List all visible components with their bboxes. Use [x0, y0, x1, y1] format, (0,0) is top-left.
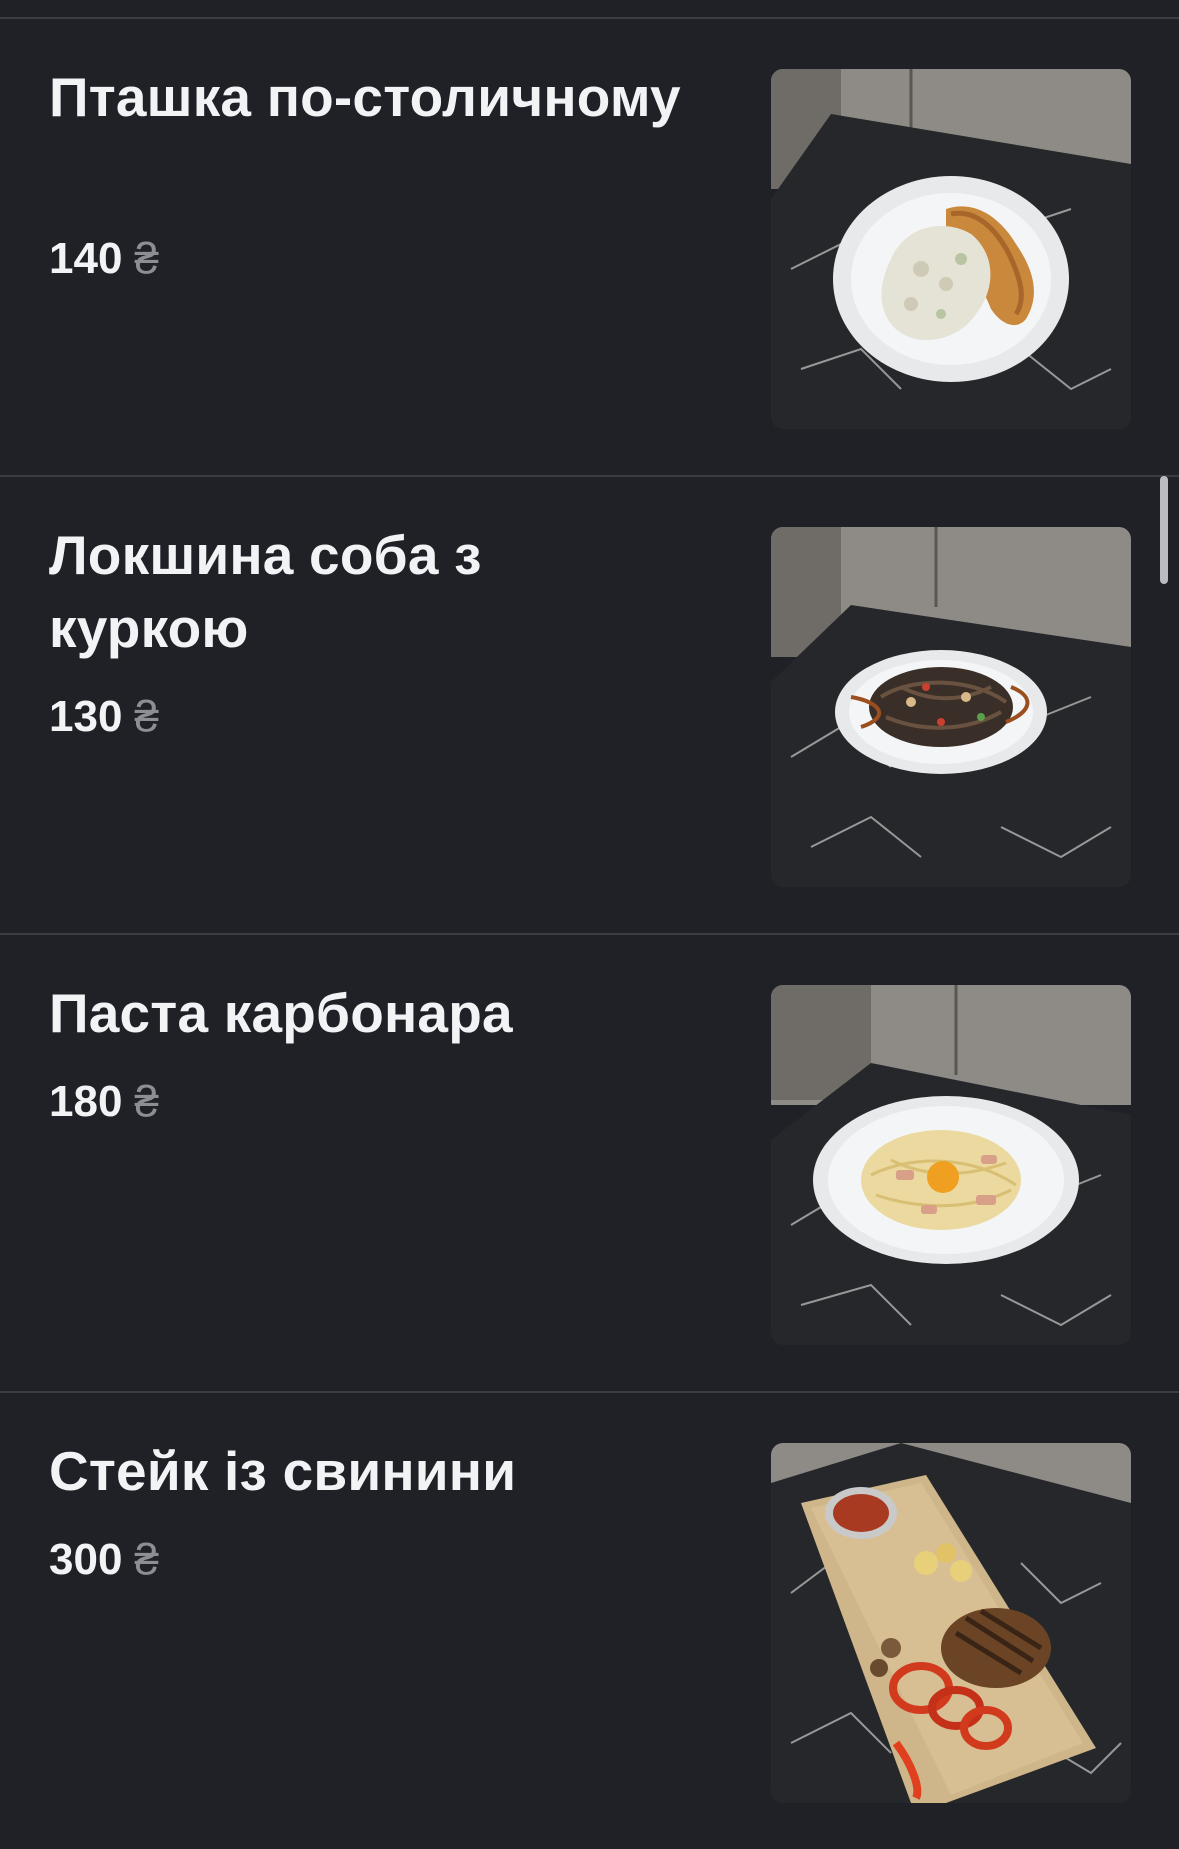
item-title: Локшина соба з куркою — [49, 524, 482, 659]
item-price: 140 ₴ — [49, 234, 159, 284]
dish-image — [771, 985, 1131, 1345]
dish-photo[interactable] — [771, 985, 1131, 1345]
item-price: 130 ₴ — [49, 692, 159, 742]
item-price: 180 ₴ — [49, 1077, 159, 1127]
dish-image — [771, 1443, 1131, 1803]
dish-photo[interactable] — [771, 1443, 1131, 1803]
price-value: 180 — [49, 1077, 123, 1126]
menu-item[interactable]: Пташка по-столичному 140 ₴ — [0, 19, 1179, 475]
item-title: Пташка по-столичному — [49, 66, 681, 128]
top-strip — [0, 0, 1179, 18]
item-title: Стейк із свинини — [49, 1440, 517, 1502]
dish-image — [771, 527, 1131, 887]
menu-item[interactable]: Стейк із свинини 300 ₴ — [0, 1393, 1179, 1849]
currency-symbol: ₴ — [134, 1077, 159, 1126]
currency-symbol: ₴ — [134, 692, 159, 741]
currency-symbol: ₴ — [134, 234, 159, 283]
price-value: 140 — [49, 234, 123, 283]
currency-symbol: ₴ — [134, 1535, 159, 1584]
dish-photo[interactable] — [771, 527, 1131, 887]
price-value: 130 — [49, 692, 123, 741]
dish-photo[interactable] — [771, 69, 1131, 429]
scrollbar[interactable] — [1160, 476, 1168, 584]
item-price: 300 ₴ — [49, 1535, 159, 1585]
dish-image — [771, 69, 1131, 429]
menu-item[interactable]: Паста карбонара 180 ₴ — [0, 935, 1179, 1391]
item-title: Паста карбонара — [49, 982, 513, 1044]
price-value: 300 — [49, 1535, 123, 1584]
menu-item[interactable]: Локшина соба з куркою 130 ₴ — [0, 477, 1179, 933]
